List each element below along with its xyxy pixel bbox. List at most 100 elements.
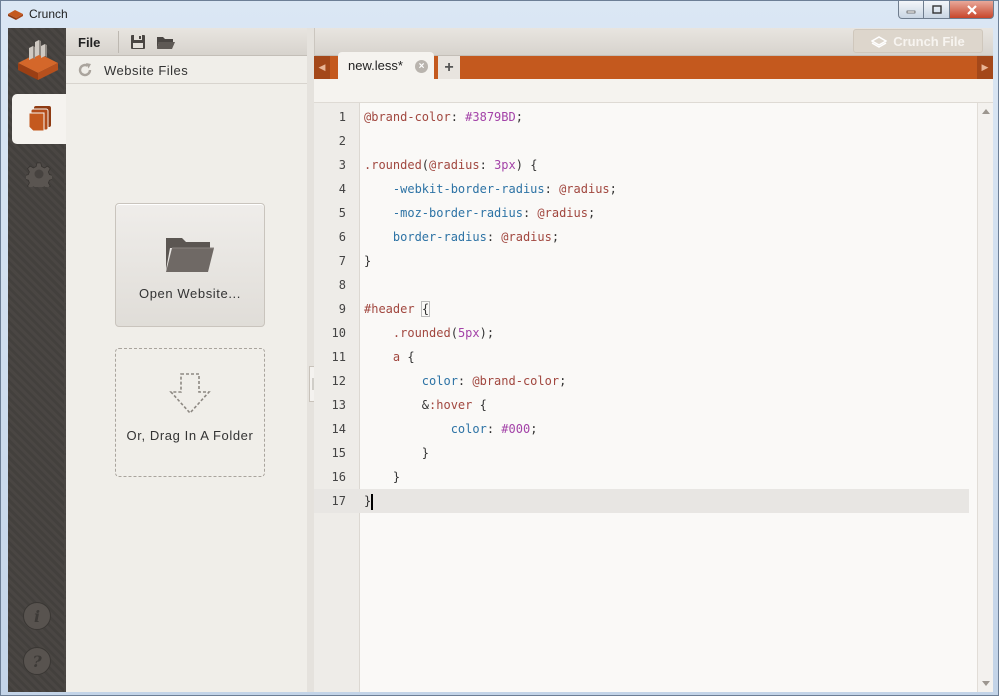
files-tab[interactable]	[12, 94, 68, 144]
code-token: @radius	[537, 206, 588, 220]
new-tab-button[interactable]: +	[438, 56, 460, 79]
line-source: }	[364, 441, 429, 465]
folder-drop-zone[interactable]: Or, Drag In A Folder	[115, 348, 265, 477]
text-caret	[371, 493, 374, 510]
code-editor[interactable]: 1 @brand-color: #3879BD; 2 3 .rounded(@radiu…	[314, 103, 993, 692]
code-line[interactable]: 16 }	[314, 465, 969, 489]
tab-new-less[interactable]: new.less* ×	[338, 52, 434, 79]
tab-close-icon[interactable]: ×	[415, 60, 428, 73]
line-number: 4	[338, 182, 346, 196]
code-token: :	[522, 206, 538, 220]
maximize-button[interactable]	[924, 1, 950, 19]
code-line[interactable]: 1 @brand-color: #3879BD;	[314, 105, 969, 129]
line-number: 5	[338, 206, 346, 220]
code-line[interactable]: 9 #header {	[314, 297, 969, 321]
code-line[interactable]: 15 }	[314, 441, 969, 465]
code-token: .rounded	[364, 158, 422, 172]
crunch-file-button[interactable]: Crunch File	[853, 29, 983, 53]
code-token: :	[544, 182, 560, 196]
code-line[interactable]: 11 a {	[314, 345, 969, 369]
code-line[interactable]: 7}	[314, 249, 969, 273]
code-token: #000	[501, 422, 531, 436]
code-token: :	[457, 374, 473, 388]
editor-subbar	[314, 79, 993, 103]
drag-folder-label: Or, Drag In A Folder	[126, 428, 254, 443]
vertical-scrollbar[interactable]	[977, 103, 993, 692]
line-source: #header {	[364, 297, 431, 321]
files-panel: Website Files Open Website... Or, Drag I…	[66, 56, 314, 692]
code-lines[interactable]: 1 @brand-color: #3879BD; 2 3 .rounded(@radiu…	[314, 105, 969, 513]
code-line[interactable]: 14 color: #000;	[314, 417, 969, 441]
code-line[interactable]: 3 .rounded(@radius: 3px) {	[314, 153, 969, 177]
code-line[interactable]: 17}	[314, 489, 969, 513]
code-token: }	[364, 470, 401, 484]
crunch-app-icon	[8, 10, 23, 20]
scroll-down-arrow[interactable]	[982, 681, 990, 686]
line-source: }	[364, 249, 371, 273]
line-source: @brand-color: #3879BD;	[364, 105, 523, 129]
settings-button[interactable]	[25, 160, 53, 188]
open-file-button[interactable]	[156, 33, 176, 51]
code-token: color	[421, 374, 458, 388]
code-line[interactable]: 10 .rounded(5px);	[314, 321, 969, 345]
line-number: 12	[331, 374, 346, 388]
code-token: &	[421, 398, 430, 412]
line-source: .rounded(@radius: 3px) {	[364, 153, 537, 177]
code-token: @brand-color	[472, 374, 560, 388]
toolbar: File Crunch File	[66, 28, 993, 56]
code-token: #header	[364, 302, 415, 316]
line-number: 14	[331, 422, 346, 436]
line-number: 13	[331, 398, 346, 412]
code-token: ;	[515, 110, 523, 124]
refresh-icon[interactable]	[76, 61, 94, 79]
files-icon	[28, 106, 51, 132]
code-line[interactable]: 2	[314, 129, 969, 153]
save-button[interactable]	[128, 33, 148, 51]
code-line[interactable]: 8	[314, 273, 969, 297]
code-token: @brand-color	[364, 110, 451, 124]
code-token: }	[364, 254, 372, 268]
gear-icon	[26, 162, 52, 187]
help-icon[interactable]: ?	[23, 647, 51, 675]
line-source: }	[364, 465, 400, 489]
folder-open-icon	[157, 37, 175, 49]
file-menu[interactable]: File	[78, 35, 100, 50]
tab-scroll-left[interactable]: ◀	[314, 56, 330, 79]
title-bar[interactable]: Crunch	[1, 1, 998, 28]
code-token: -moz-border-radius	[392, 206, 523, 220]
line-number: 8	[338, 278, 346, 292]
code-line[interactable]: 4 -webkit-border-radius: @radius;	[314, 177, 969, 201]
code-line[interactable]: 6 border-radius: @radius;	[314, 225, 969, 249]
close-window-button[interactable]	[950, 1, 994, 19]
code-line[interactable]: 5 -moz-border-radius: @radius;	[314, 201, 969, 225]
code-token: 5px	[457, 326, 480, 340]
code-token: ;	[559, 374, 567, 388]
folder-icon	[166, 238, 214, 272]
line-number: 10	[331, 326, 346, 340]
minimize-button[interactable]	[898, 1, 924, 19]
line-source: a {	[364, 345, 415, 369]
app-window: Crunch i ? File Crunch File Website File…	[0, 0, 999, 696]
line-number: 9	[338, 302, 346, 316]
code-token: ;	[587, 206, 596, 220]
scroll-up-arrow[interactable]	[982, 109, 990, 114]
open-website-button[interactable]: Open Website...	[115, 203, 265, 327]
info-icon[interactable]: i	[23, 602, 51, 630]
maximize-icon	[931, 4, 942, 14]
line-number: 11	[331, 350, 346, 364]
tab-bar: ◀ new.less* × + ▶	[314, 52, 993, 79]
line-number: 6	[338, 230, 346, 244]
tab-label: new.less*	[348, 58, 403, 73]
code-line[interactable]: 12 color: @brand-color;	[314, 369, 969, 393]
tab-scroll-right[interactable]: ▶	[977, 56, 993, 79]
code-line[interactable]: 13 &:hover {	[314, 393, 969, 417]
line-source: -webkit-border-radius: @radius;	[364, 177, 617, 201]
toolbar-divider	[118, 31, 119, 53]
line-number: 2	[338, 134, 346, 148]
